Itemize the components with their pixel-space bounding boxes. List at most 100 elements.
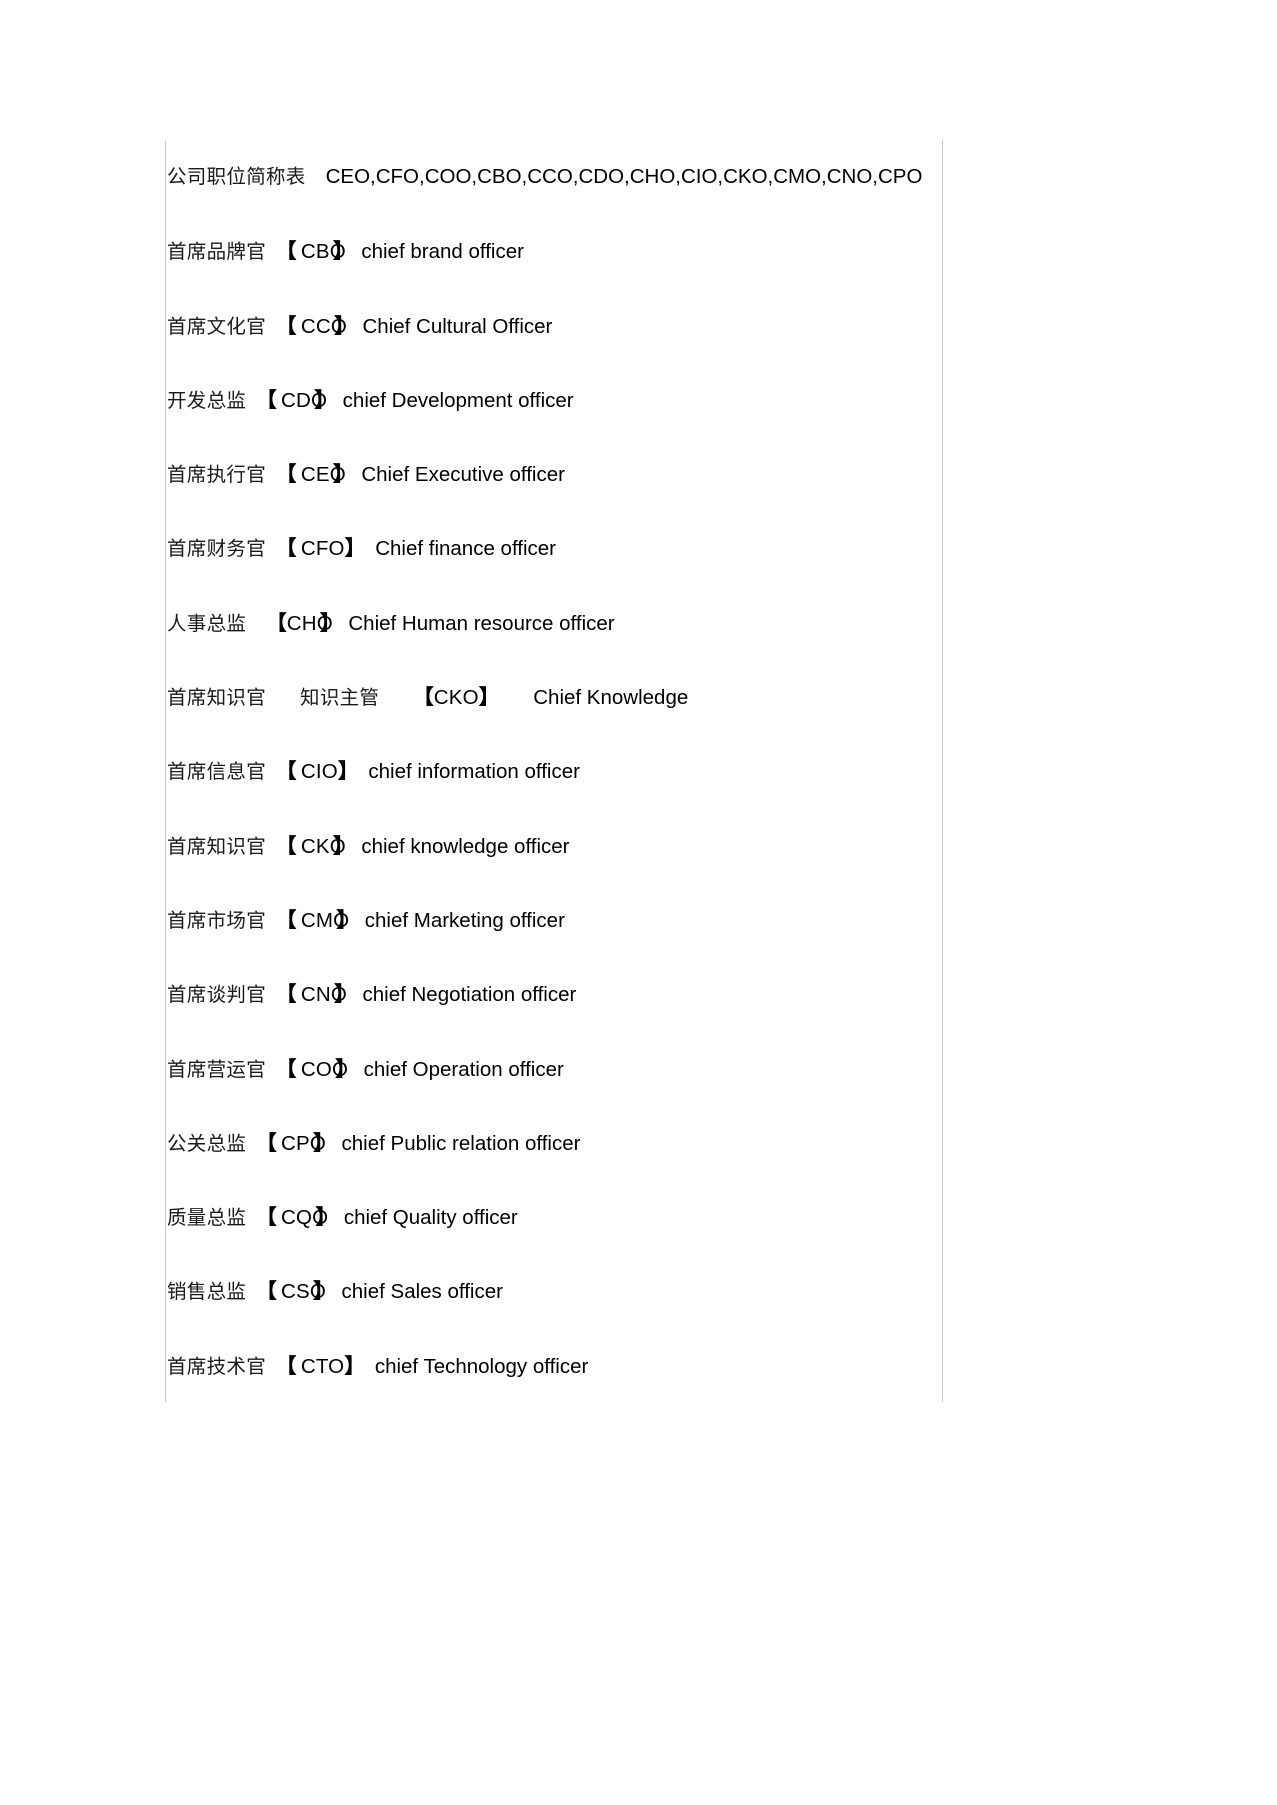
job-title-en: chief Quality officer: [343, 1206, 518, 1230]
bracket-close: 】: [314, 387, 334, 412]
entry-row: 首席信息官【 CIO】 chief information officer: [167, 734, 1067, 808]
entry-row: 销售总监【 CSO】 chief Sales officer: [167, 1254, 1067, 1328]
job-title-cn: 首席知识官: [167, 686, 267, 710]
abbreviation-badge: 【 CTO】: [276, 1353, 365, 1378]
entry-row: 首席技术官【 CTO】 chief Technology officer: [167, 1329, 1067, 1403]
job-title-en: chief Operation officer: [363, 1057, 564, 1081]
bracket-open: 【: [276, 239, 297, 264]
entry-row: 首席执行官【 CEO】 Chief Executive officer: [167, 437, 1067, 511]
job-title-cn: 首席知识官: [167, 834, 267, 858]
document-body: 公司职位简称表 CEO,CFO,COO,CBO,CCO,CDO,CHO,CIO,…: [167, 140, 1067, 1403]
job-title-en: chief Negotiation officer: [362, 983, 577, 1007]
abbreviation-badge: 【 CCO】: [276, 313, 354, 338]
abbreviation-badge: 【 CDO】: [256, 387, 334, 412]
bracket-close: 】: [335, 1056, 355, 1081]
entry-row: 质量总监【 CQO】 chief Quality officer: [167, 1180, 1067, 1254]
entry-row: 公关总监【 CPO】 chief Public relation officer: [167, 1106, 1067, 1180]
abbreviation-badge: 【 CNO】: [276, 982, 354, 1007]
job-title-cn: 首席技术官: [167, 1354, 267, 1378]
abbreviation-badge: 【 CQO】: [256, 1205, 336, 1230]
abbreviation-badge: 【 CKO】: [276, 833, 353, 858]
job-title-cn: 首席信息官: [167, 760, 267, 784]
job-title-cn: 首席文化官: [167, 314, 267, 338]
abbreviation-badge: 【 CPO】: [256, 1130, 333, 1155]
job-title-cn: 销售总监: [167, 1280, 247, 1304]
abbreviation-code: CIO: [296, 760, 338, 784]
job-title-cn: 人事总监: [167, 611, 247, 635]
bracket-open: 【: [413, 685, 434, 710]
bracket-open: 【: [276, 982, 297, 1007]
bracket-open: 【: [276, 462, 297, 487]
job-title-cn: 公关总监: [167, 1131, 247, 1155]
bracket-close: 】: [313, 1279, 333, 1304]
bracket-open: 【: [256, 387, 277, 412]
bracket-open: 【: [276, 313, 297, 338]
abbreviation-badge: 【 CBO】: [276, 239, 353, 264]
job-title-cn: 首席财务官: [167, 537, 267, 561]
bracket-close: 】: [344, 536, 366, 561]
job-title-en: chief Development officer: [342, 388, 574, 412]
job-title-cn: 首席谈判官: [167, 983, 267, 1007]
bracket-close: 】: [344, 1353, 365, 1378]
abbreviation-code: CKO: [433, 686, 479, 710]
bracket-open: 【: [266, 610, 287, 635]
entry-row: 首席知识官【 CKO】 chief knowledge officer: [167, 809, 1067, 883]
abbreviation-badge: 【CHO】: [266, 610, 340, 635]
job-title-en: Chief Human resource officer: [348, 611, 615, 635]
job-title-cn: 开发总监: [167, 388, 247, 412]
job-title-en: chief Public relation officer: [341, 1131, 581, 1155]
entry-row: 开发总监【 CDO】 chief Development officer: [167, 363, 1067, 437]
bracket-open: 【: [256, 1130, 277, 1155]
job-title-en: Chief Knowledge: [533, 686, 689, 710]
bracket-open: 【: [276, 833, 297, 858]
bracket-open: 【: [276, 1056, 297, 1081]
job-title-en: Chief Cultural Officer: [362, 314, 553, 338]
abbreviation-badge: 【 CSO】: [256, 1279, 333, 1304]
entry-row: 人事总监 【CHO】 Chief Human resource officer: [167, 586, 1067, 660]
bracket-close: 】: [478, 685, 500, 710]
job-title-cn: 首席市场官: [167, 908, 267, 932]
entry-row: 首席知识官 知识主管 【CKO】 Chief Knowledge: [167, 660, 1067, 734]
abbreviation-badge: 【 CFO】: [276, 536, 366, 561]
job-title-en: chief Sales officer: [341, 1280, 503, 1304]
entry-row: 首席营运官【 COO】 chief Operation officer: [167, 1032, 1067, 1106]
bracket-close: 】: [313, 1130, 333, 1155]
job-title-cn: 首席营运官: [167, 1057, 267, 1081]
bracket-close: 】: [336, 907, 356, 932]
bracket-close: 】: [332, 833, 353, 858]
bracket-close: 】: [333, 313, 354, 338]
abbreviation-badge: 【 CMO】: [276, 907, 357, 932]
abbreviation-code: CFO: [296, 537, 345, 561]
entry-row: 首席品牌官【 CBO】 chief brand officer: [167, 214, 1067, 288]
bracket-open: 【: [256, 1205, 277, 1230]
document-title-line: 公司职位简称表 CEO,CFO,COO,CBO,CCO,CDO,CHO,CIO,…: [167, 140, 1067, 214]
job-title-en: chief brand officer: [361, 240, 524, 264]
bracket-open: 【: [276, 759, 297, 784]
bracket-close: 】: [337, 759, 359, 784]
entry-list: 首席品牌官【 CBO】 chief brand officer 首席文化官【 CCO…: [167, 214, 1067, 1403]
abbreviation-badge: 【 COO】: [276, 1056, 356, 1081]
job-title-cn: 首席品牌官: [167, 240, 267, 264]
entry-row: 首席谈判官【 CNO】 chief Negotiation officer: [167, 957, 1067, 1031]
abbreviation-badge: 【CKO】: [413, 685, 500, 710]
job-title-en: Chief finance officer: [375, 537, 557, 561]
bracket-open: 【: [276, 1353, 297, 1378]
job-title-en: chief Technology officer: [374, 1354, 589, 1378]
bracket-close: 】: [332, 462, 353, 487]
entry-row: 首席财务官【 CFO】 Chief finance officer: [167, 511, 1067, 585]
abbreviation-list: CEO,CFO,COO,CBO,CCO,CDO,CHO,CIO,CKO,CMO,…: [325, 165, 923, 188]
job-title-cn-alt: 知识主管: [300, 686, 380, 710]
job-title-en: chief Marketing officer: [364, 908, 565, 932]
abbreviation-code: CTO: [296, 1354, 345, 1378]
document-title: 公司职位简称表: [167, 165, 306, 188]
bracket-open: 【: [256, 1279, 277, 1304]
abbreviation-badge: 【 CEO】: [276, 462, 353, 487]
job-title-en: chief information officer: [368, 760, 580, 784]
job-title-cn: 质量总监: [167, 1206, 247, 1230]
bracket-open: 【: [276, 907, 297, 932]
job-title-en: Chief Executive officer: [361, 463, 565, 487]
entry-row: 首席市场官【 CMO】 chief Marketing officer: [167, 883, 1067, 957]
bracket-close: 】: [333, 982, 354, 1007]
bracket-open: 【: [276, 536, 297, 561]
entry-row: 首席文化官【 CCO】 Chief Cultural Officer: [167, 289, 1067, 363]
